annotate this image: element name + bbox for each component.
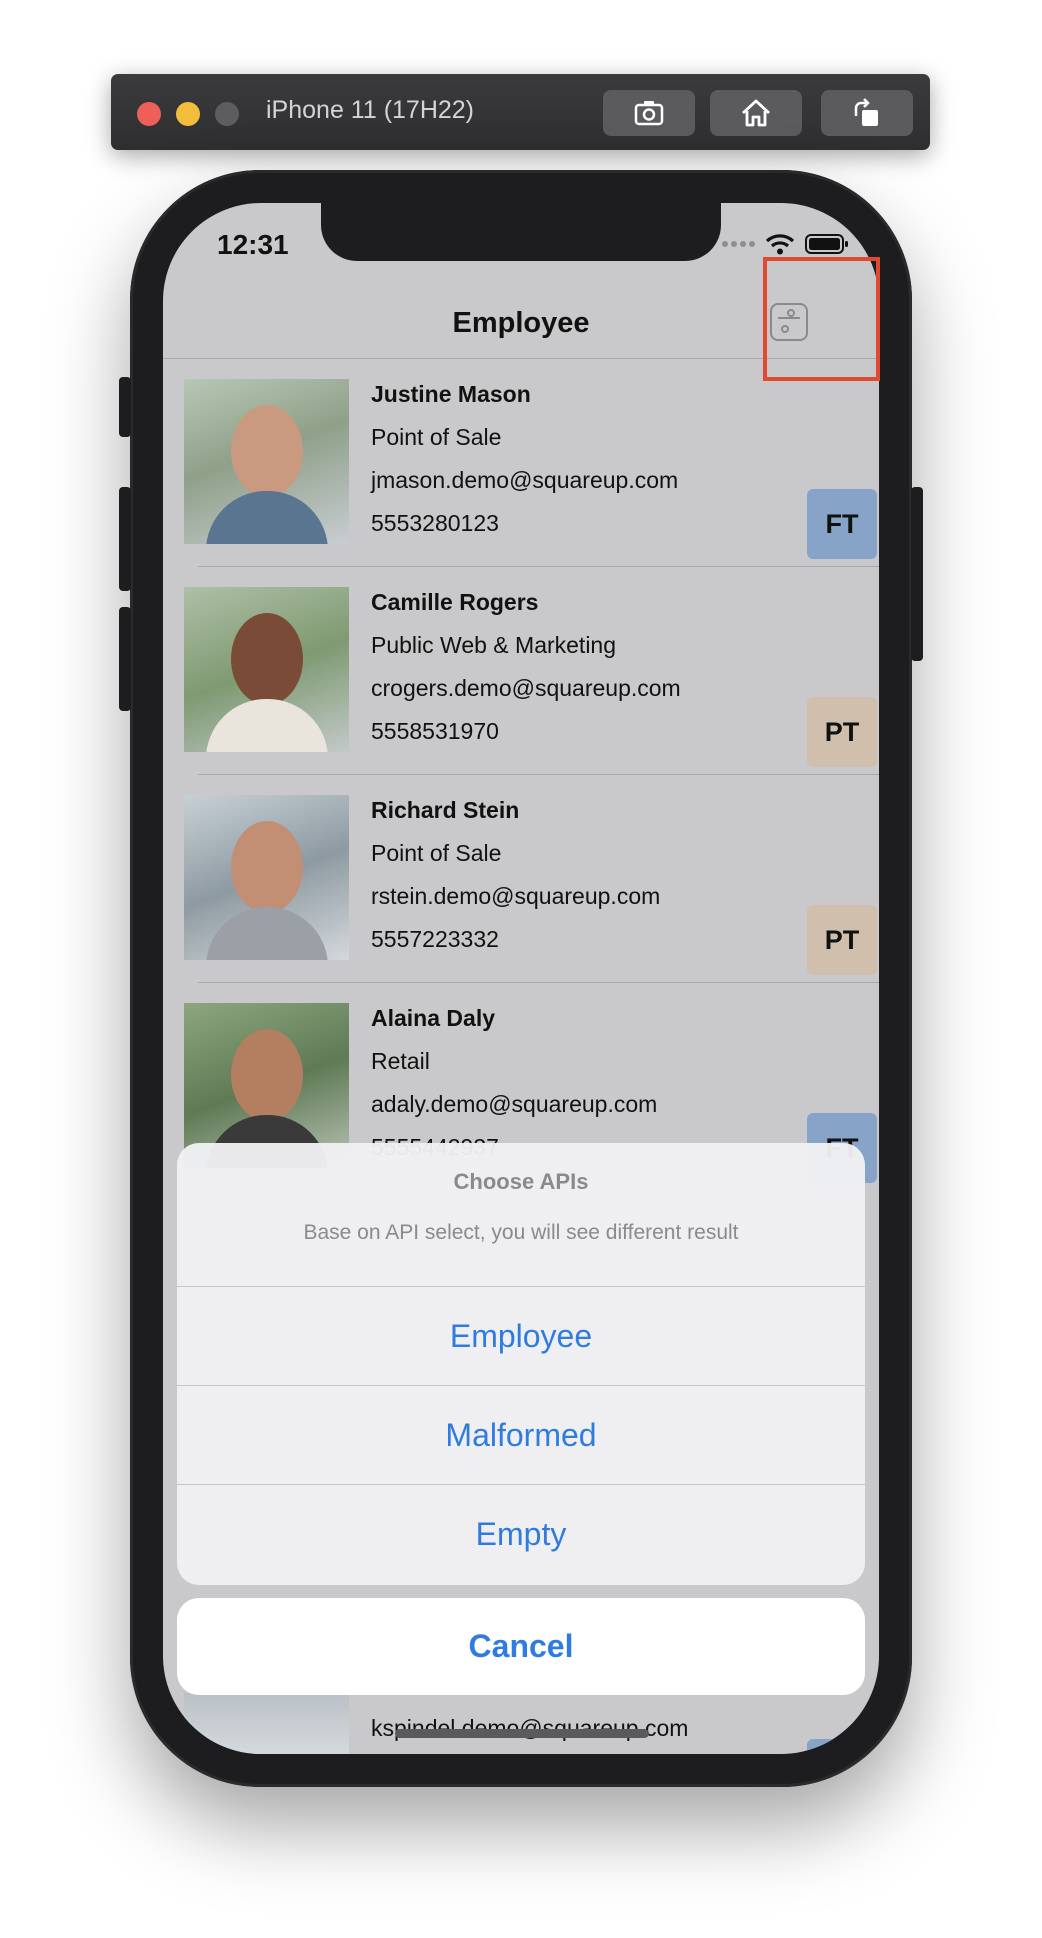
employee-photo bbox=[184, 1693, 349, 1754]
option-malformed[interactable]: Malformed bbox=[177, 1386, 865, 1485]
rotate-icon bbox=[854, 98, 878, 126]
employee-team: Point of Sale bbox=[371, 424, 502, 450]
simulator-toolbar: iPhone 11 (17H22) bbox=[111, 74, 930, 150]
employee-photo bbox=[184, 379, 349, 544]
option-empty[interactable]: Empty bbox=[177, 1485, 865, 1584]
employee-team: Public Web & Marketing bbox=[371, 632, 617, 658]
minimize-window-button[interactable] bbox=[176, 102, 200, 126]
cancel-button[interactable]: Cancel bbox=[177, 1598, 865, 1695]
employee-name: Richard Stein bbox=[371, 797, 520, 823]
employee-email: crogers.demo@squareup.com bbox=[371, 675, 681, 701]
employee-email: jmason.demo@squareup.com bbox=[371, 467, 679, 493]
action-sheet-header: Choose APIs Base on API select, you will… bbox=[177, 1143, 865, 1287]
screenshot-icon bbox=[634, 101, 664, 126]
rotate-button[interactable] bbox=[821, 90, 913, 136]
phone-screen: 12:31 Employee Justine Mason Point of Sa… bbox=[163, 203, 879, 1754]
employee-team: Retail bbox=[371, 1048, 430, 1074]
employee-row[interactable]: Camille Rogers Public Web & Marketing cr… bbox=[163, 567, 879, 775]
zoom-window-button[interactable] bbox=[215, 102, 239, 126]
employee-phone: 5558531970 bbox=[371, 718, 499, 744]
screenshot-button[interactable] bbox=[603, 90, 695, 136]
notch bbox=[321, 203, 721, 261]
power-button[interactable] bbox=[911, 487, 923, 661]
status-time: 12:31 bbox=[217, 229, 289, 260]
employee-row[interactable]: Richard Stein Point of Sale rstein.demo@… bbox=[163, 775, 879, 983]
employee-name: Camille Rogers bbox=[371, 589, 539, 615]
employee-name: Justine Mason bbox=[371, 381, 531, 407]
close-window-button[interactable] bbox=[137, 102, 161, 126]
battery-icon bbox=[805, 234, 848, 254]
employment-type-badge: PT bbox=[807, 905, 877, 975]
action-sheet-title: Choose APIs bbox=[453, 1169, 589, 1194]
signal-icon bbox=[722, 241, 755, 247]
home-indicator[interactable] bbox=[395, 1729, 649, 1738]
employment-type-badge bbox=[807, 1739, 877, 1754]
employee-photo bbox=[184, 795, 349, 960]
device-title: iPhone 11 (17H22) bbox=[266, 96, 475, 124]
employee-phone: 5553280123 bbox=[371, 510, 499, 536]
employee-row[interactable]: Justine Mason Point of Sale jmason.demo@… bbox=[163, 359, 879, 567]
employee-name: Alaina Daly bbox=[371, 1005, 495, 1031]
home-icon bbox=[742, 99, 770, 127]
action-sheet-message: Base on API select, you will see differe… bbox=[303, 1221, 739, 1244]
option-employee[interactable]: Employee bbox=[177, 1287, 865, 1386]
employee-phone: 5557223332 bbox=[371, 926, 499, 952]
employee-team: Point of Sale bbox=[371, 840, 502, 866]
employment-type-badge: PT bbox=[807, 697, 877, 767]
mute-switch[interactable] bbox=[119, 377, 131, 437]
status-indicators bbox=[722, 233, 849, 255]
employee-email: rstein.demo@squareup.com bbox=[371, 883, 661, 909]
wifi-icon bbox=[765, 234, 795, 255]
action-sheet: Choose APIs Base on API select, you will… bbox=[177, 1143, 865, 1585]
home-button[interactable] bbox=[710, 90, 802, 136]
employee-photo bbox=[184, 587, 349, 752]
volume-up-button[interactable] bbox=[119, 487, 131, 591]
volume-down-button[interactable] bbox=[119, 607, 131, 711]
employment-type-badge: FT bbox=[807, 489, 877, 559]
simulator-stage: iPhone 11 (17H22) 12:31 Employee Justine… bbox=[0, 0, 1042, 1938]
employee-email: adaly.demo@squareup.com bbox=[371, 1091, 658, 1117]
highlight-annotation bbox=[763, 257, 880, 381]
